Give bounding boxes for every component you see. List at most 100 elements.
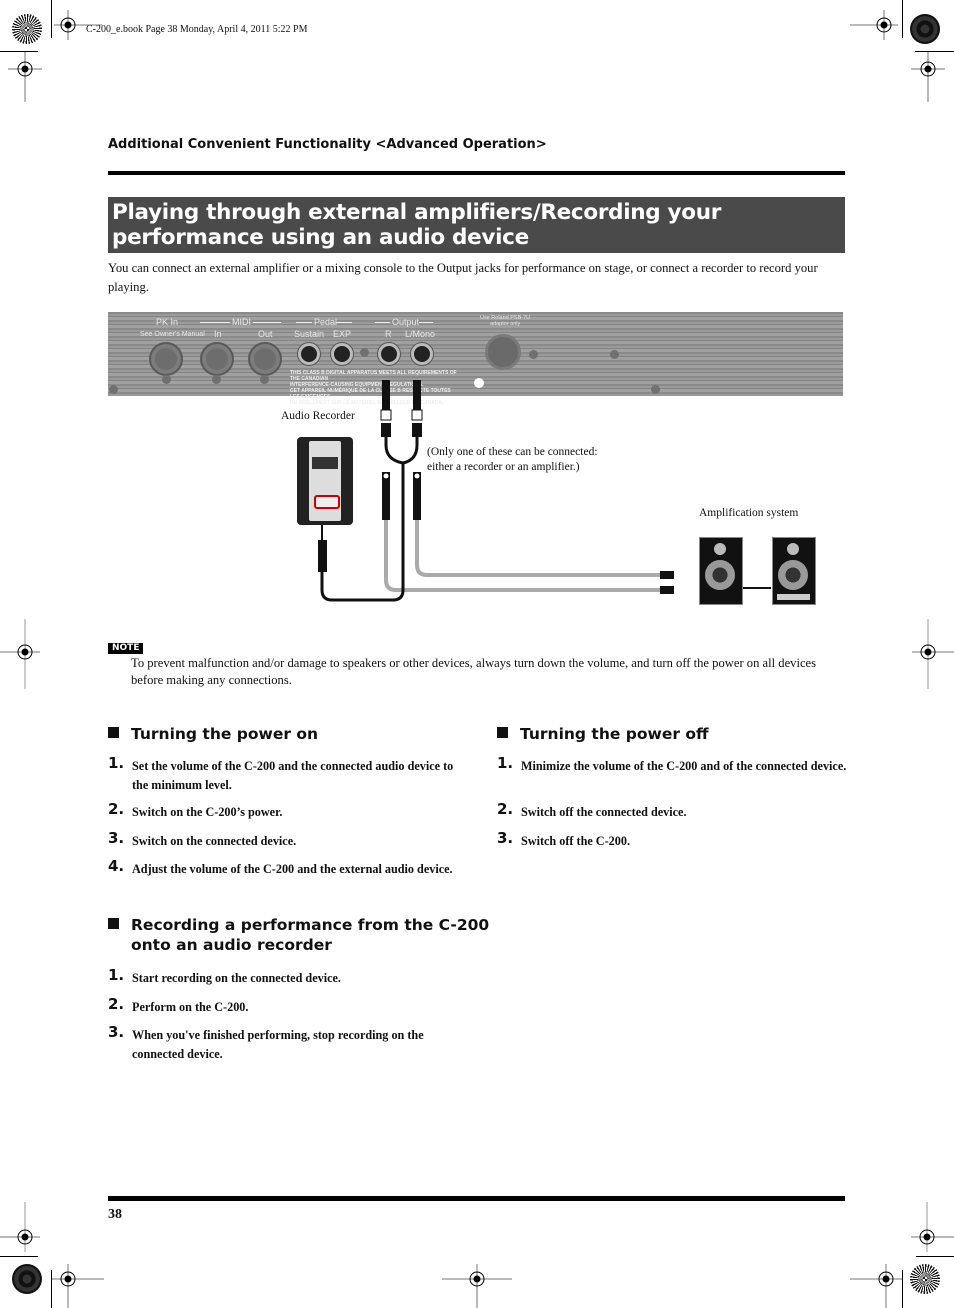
crosshair-icon [52, 1264, 104, 1308]
crosshair-icon [911, 52, 945, 102]
only-one-note: (Only one of these can be connected: eit… [427, 445, 598, 475]
y-plug-r [381, 423, 391, 437]
panel-label-pedal: Pedal [314, 317, 338, 327]
step-text: Adjust the volume of the C-200 and the e… [132, 862, 453, 876]
step-text: Switch off the connected device. [521, 805, 687, 819]
step-number: 4. [108, 857, 125, 875]
speaker-link [743, 587, 771, 589]
amplification-label: Amplification system [699, 507, 799, 519]
speaker-right-icon [772, 537, 816, 605]
section-heading-text: Turning the power off [520, 725, 709, 743]
step-number: 2. [497, 800, 514, 818]
step-number: 3. [108, 1023, 125, 1041]
midi-in-connector [200, 342, 234, 376]
cable-to-amp-l [415, 515, 660, 577]
step-number: 1. [497, 754, 514, 772]
step-number: 3. [497, 829, 514, 847]
rca-plug [660, 586, 674, 594]
step-text: Switch on the C-200’s power. [132, 805, 283, 819]
divider [253, 322, 281, 323]
note-text: To prevent malfunction and/or damage to … [131, 656, 817, 687]
section-heading-text: Turning the power on [131, 725, 319, 743]
panel-label-output: Output [392, 317, 420, 327]
step-text: Switch on the connected device. [132, 834, 297, 848]
pk-in-connector [149, 342, 183, 376]
plug-l [413, 380, 421, 410]
file-info: C-200_e.book Page 38 Monday, April 4, 20… [86, 24, 308, 35]
screw [162, 375, 171, 384]
only-one-note-line: either a recorder or an amplifier.) [427, 461, 580, 473]
bullet-square-icon [108, 727, 119, 738]
step-number: 3. [108, 829, 125, 847]
crop-mark [902, 0, 903, 38]
crop-mark [916, 1256, 954, 1257]
step-text: Start recording on the connected device. [132, 971, 341, 985]
cable-to-amp-r [384, 515, 660, 592]
step-text: Perform on the C-200. [132, 1000, 249, 1014]
panel-label-pk-in: PK In [156, 317, 179, 327]
section-heading-text: Recording a performance from the C-200 [131, 916, 490, 934]
step-number: 2. [108, 995, 125, 1013]
page-number: 38 [108, 1207, 122, 1222]
crosshair-icon [850, 10, 898, 40]
rca-plug [660, 571, 674, 579]
divider [375, 322, 390, 323]
sustain-jack [298, 343, 320, 365]
color-target-icon [12, 14, 42, 44]
audio-recorder-label: Audio Recorder [281, 410, 355, 422]
midi-out-connector [248, 342, 282, 376]
page-title: Playing through external amplifiers/Reco… [112, 200, 722, 250]
adapter-label-2: adaptor only [490, 321, 521, 327]
color-target-icon [910, 14, 940, 44]
step-number: 1. [108, 966, 125, 984]
footer-rule [108, 1196, 845, 1201]
running-head: Additional Convenient Functionality <Adv… [108, 137, 547, 152]
step-number: 1. [108, 754, 125, 772]
color-target-icon [910, 1264, 940, 1294]
intro-paragraph: You can connect an external amplifier or… [108, 261, 818, 294]
step-text: Switch off the C-200. [521, 834, 630, 848]
plug-r-socket [380, 409, 392, 421]
panel-label-sustain: Sustain [294, 329, 325, 339]
crop-mark [902, 1270, 903, 1308]
panel-label-midi-out: Out [258, 329, 273, 339]
step-number: 2. [108, 800, 125, 818]
crosshair-icon [0, 619, 40, 689]
crosshair-icon [912, 619, 954, 689]
title-bar: Playing through external amplifiers/Reco… [108, 197, 845, 253]
divider [419, 322, 433, 323]
crosshair-icon [442, 1264, 512, 1308]
panel-label-midi: MIDI [232, 317, 251, 327]
plug-l-socket [411, 409, 423, 421]
divider [336, 322, 352, 323]
header-rule [108, 171, 845, 175]
divider [296, 322, 312, 323]
power-adapter-connector [485, 334, 521, 370]
output-r-jack [378, 343, 400, 365]
screw [109, 385, 118, 394]
crosshair-icon [8, 52, 42, 102]
panel-label-output-l: L/Mono [405, 329, 436, 339]
panel-label-output-r: R [385, 329, 392, 339]
recorder-plug [318, 540, 327, 572]
audio-recorder-icon [297, 437, 353, 525]
speaker-left-icon [699, 537, 743, 605]
screw [360, 348, 369, 357]
section-heading-text: onto an audio recorder [131, 936, 332, 954]
step-text: When you've finished performing, stop re… [132, 1028, 424, 1061]
step-text: Minimize the volume of the C-200 and of … [521, 759, 847, 773]
bullet-square-icon [108, 918, 119, 929]
panel-label-midi-in: In [214, 329, 222, 339]
panel-label-exp: EXP [333, 329, 352, 339]
crosshair-icon [0, 1202, 40, 1252]
note-badge: NOTE [108, 643, 144, 654]
crop-mark [0, 1256, 38, 1257]
output-l-jack [411, 343, 433, 365]
color-target-icon [12, 1264, 42, 1294]
y-plug-l [412, 423, 422, 437]
divider [200, 322, 230, 323]
crosshair-icon [911, 1202, 954, 1252]
step-text: Set the volume of the C-200 and the conn… [132, 759, 454, 792]
bullet-square-icon [497, 727, 508, 738]
plug-r [382, 380, 390, 410]
